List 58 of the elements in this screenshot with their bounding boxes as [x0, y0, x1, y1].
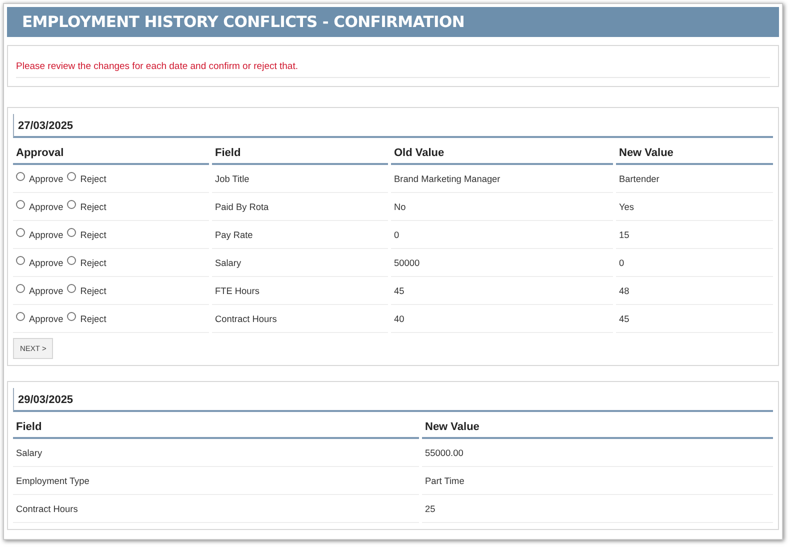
radio-option[interactable]: Reject — [67, 314, 106, 324]
radio-option[interactable]: Reject — [67, 202, 106, 212]
table-cell: Contract Hours — [13, 495, 419, 523]
radio-option[interactable]: Approve — [16, 258, 64, 268]
radio-button[interactable] — [16, 228, 25, 238]
table-cell: Employment Type — [13, 467, 419, 495]
table-cell: Paid By Rota — [212, 193, 388, 221]
table-cell: Brand Marketing Manager — [391, 165, 613, 193]
column-header: Field — [212, 138, 388, 165]
radio-button[interactable] — [67, 228, 76, 238]
radio-option[interactable]: Reject — [67, 286, 106, 296]
radio-option[interactable]: Approve — [16, 314, 64, 324]
table-cell: 40 — [391, 305, 613, 333]
table-cell: 45 — [391, 277, 613, 305]
radio-button[interactable] — [67, 284, 76, 294]
column-header: New Value — [616, 138, 773, 165]
table-cell: 25 — [422, 495, 773, 523]
radio-button[interactable] — [16, 172, 25, 182]
table-cell: 50000 — [391, 249, 613, 277]
table-cell: Contract Hours — [212, 305, 388, 333]
radio-option[interactable]: Reject — [67, 174, 106, 184]
radio-button[interactable] — [16, 200, 25, 210]
table-cell: Job Title — [212, 165, 388, 193]
notice-text: Please review the changes for each date and confirm or reject that. — [16, 61, 770, 78]
column-header: Approval — [13, 138, 209, 165]
radio-button[interactable] — [16, 284, 25, 294]
radio-button[interactable] — [67, 172, 76, 182]
table-cell: Salary — [212, 249, 388, 277]
radio-button[interactable] — [67, 312, 76, 322]
table-cell: Pay Rate — [212, 221, 388, 249]
section-date: 29/03/2025 — [13, 388, 773, 412]
column-header: Field — [13, 412, 419, 439]
table-cell: 0 — [616, 249, 773, 277]
table-cell: 45 — [616, 305, 773, 333]
table-cell: Salary — [13, 439, 419, 467]
section-date: 27/03/2025 — [13, 114, 773, 138]
table-cell: 0 — [391, 221, 613, 249]
radio-button[interactable] — [16, 256, 25, 266]
column-header: Old Value — [391, 138, 613, 165]
radio-option[interactable]: Approve — [16, 202, 64, 212]
radio-option[interactable]: Reject — [67, 258, 106, 268]
table-cell: 15 — [616, 221, 773, 249]
table-cell: Yes — [616, 193, 773, 221]
radio-button[interactable] — [16, 312, 25, 322]
table-cell: Bartender — [616, 165, 773, 193]
table-cell: 48 — [616, 277, 773, 305]
radio-option[interactable]: Approve — [16, 286, 64, 296]
radio-option[interactable]: Approve — [16, 230, 64, 240]
table-cell: No — [391, 193, 613, 221]
column-header: New Value — [422, 412, 773, 439]
radio-button[interactable] — [67, 256, 76, 266]
radio-option[interactable]: Approve — [16, 174, 64, 184]
page-title: EMPLOYMENT HISTORY CONFLICTS - CONFIRMATION — [22, 13, 465, 31]
radio-button[interactable] — [67, 200, 76, 210]
table-cell: 55000.00 — [422, 439, 773, 467]
table-cell: Part Time — [422, 467, 773, 495]
radio-option[interactable]: Reject — [67, 230, 106, 240]
table-cell: FTE Hours — [212, 277, 388, 305]
